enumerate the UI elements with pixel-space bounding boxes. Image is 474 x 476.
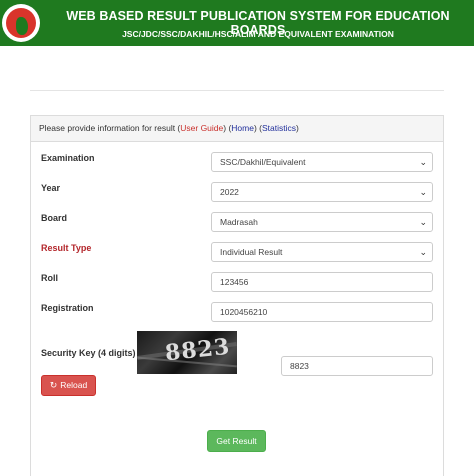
map-icon — [16, 17, 28, 35]
divider — [30, 90, 444, 91]
result-type-label: Result Type — [41, 243, 92, 253]
chevron-down-icon: ⌄ — [419, 247, 427, 257]
roll-label: Roll — [41, 273, 58, 283]
result-form-panel: Please provide information for result (U… — [30, 115, 444, 476]
registration-input[interactable]: 1020456210 — [211, 302, 433, 322]
chevron-down-icon: ⌄ — [419, 187, 427, 197]
result-type-select[interactable]: Individual Result ⌄ — [211, 242, 433, 262]
get-result-button[interactable]: Get Result — [207, 430, 266, 452]
chevron-down-icon: ⌄ — [419, 217, 427, 227]
roll-input[interactable]: 123456 — [211, 272, 433, 292]
captcha-code: 8823 — [163, 333, 232, 367]
refresh-icon: ↻ — [49, 380, 58, 390]
board-label: Board — [41, 213, 68, 223]
panel-heading: Please provide information for result (U… — [31, 116, 443, 142]
security-key-input[interactable]: 8823 — [281, 356, 433, 376]
security-key-label: Security Key (4 digits) — [41, 348, 136, 358]
registration-label: Registration — [41, 303, 94, 313]
site-header: WEB BASED RESULT PUBLICATION SYSTEM FOR … — [0, 0, 474, 46]
year-select[interactable]: 2022 ⌄ — [211, 182, 433, 202]
board-logo — [2, 4, 40, 42]
reload-button[interactable]: ↻ Reload — [41, 375, 96, 396]
site-subtitle: JSC/JDC/SSC/DAKHIL/HSC/ALIM AND EQUIVALE… — [122, 29, 394, 39]
examination-label: Examination — [41, 153, 95, 163]
chevron-down-icon: ⌄ — [419, 157, 427, 167]
year-label: Year — [41, 183, 61, 193]
captcha-image: 8823 — [137, 331, 237, 374]
statistics-link[interactable]: Statistics — [262, 123, 296, 133]
home-link[interactable]: Home — [231, 123, 254, 133]
user-guide-link[interactable]: User Guide — [180, 123, 223, 133]
board-select[interactable]: Madrasah ⌄ — [211, 212, 433, 232]
examination-select[interactable]: SSC/Dakhil/Equivalent ⌄ — [211, 152, 433, 172]
